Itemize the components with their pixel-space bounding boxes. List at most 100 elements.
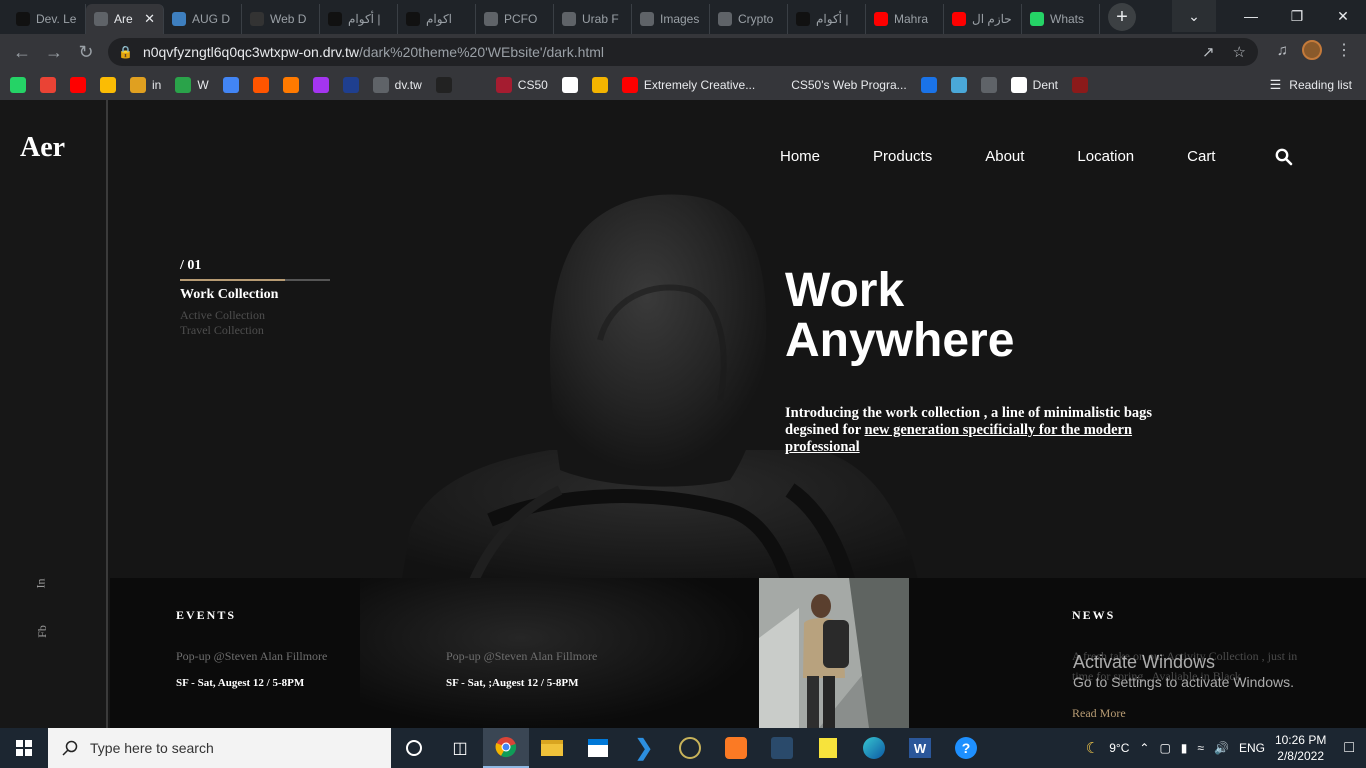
bookmark-item[interactable] (252, 77, 269, 93)
bookmark-item[interactable] (70, 77, 86, 93)
bookmark-item[interactable] (222, 77, 239, 93)
bookmark-item[interactable] (920, 77, 937, 93)
url-input[interactable]: 🔒 n0qvfyzngtl6q0qc3wtxpw-on.drv.tw /dark… (108, 38, 1258, 66)
new-tab-button[interactable]: + (1108, 3, 1136, 31)
browser-tab[interactable]: Crypto (710, 4, 788, 34)
browser-tab[interactable]: Dev. Le (8, 4, 86, 34)
chevron-up-icon[interactable]: ⌃ (1139, 741, 1149, 755)
bookmark-item[interactable] (465, 77, 482, 93)
bookmark-item[interactable]: dv.tw (372, 77, 422, 93)
bookmark-item[interactable] (980, 77, 997, 93)
browser-tab[interactable]: أكوام | (320, 4, 398, 34)
nav-location[interactable]: Location (1077, 148, 1134, 165)
browser-tab[interactable]: Mahra (866, 4, 944, 34)
browser-tab[interactable]: PCFO (476, 4, 554, 34)
browser-tab[interactable]: Whats (1022, 4, 1100, 34)
lock-icon[interactable]: 🔒 (118, 45, 133, 59)
media-control-icon[interactable]: ♫ (1277, 42, 1288, 59)
bookmark-item[interactable] (561, 77, 578, 93)
collection-item-travel[interactable]: Travel Collection (180, 323, 264, 338)
site-logo[interactable]: Aer (20, 132, 65, 164)
restore-button[interactable]: ❐ (1274, 0, 1320, 32)
tab-label: أكوام | (348, 12, 381, 26)
bookmark-item[interactable] (40, 77, 56, 93)
browser-tab[interactable]: Web D (242, 4, 320, 34)
collection-number: / 01 (180, 258, 202, 273)
weather-temp[interactable]: 9°C (1109, 741, 1129, 755)
browser-tab[interactable]: حازم ال (944, 4, 1022, 34)
chrome-taskbar-icon[interactable] (483, 728, 529, 768)
bookmark-item[interactable] (950, 77, 967, 93)
bookmark-item[interactable]: CS50 (495, 77, 548, 93)
browser-tab[interactable]: اكوام (398, 4, 476, 34)
nav-cart[interactable]: Cart (1187, 148, 1215, 165)
moon-weather-icon[interactable]: ☾ (1086, 739, 1099, 757)
social-link-fb[interactable]: Fb (35, 625, 50, 638)
collection-item-active[interactable]: Active Collection (180, 308, 265, 323)
clock[interactable]: 10:26 PM 2/8/2022 (1275, 732, 1326, 764)
browser-tab[interactable]: Are ✕ (86, 4, 164, 34)
bookmark-item[interactable]: in (130, 77, 161, 93)
battery-icon[interactable]: ▮ (1181, 741, 1188, 755)
store-icon[interactable] (575, 728, 621, 768)
event-date: SF - Sat, ;Augest 12 / 5-8PM (446, 677, 579, 689)
collection-active[interactable]: Work Collection (180, 287, 278, 303)
search-icon[interactable] (1275, 148, 1293, 166)
social-link-in[interactable]: In (34, 579, 49, 589)
nav-products[interactable]: Products (873, 148, 932, 165)
share-icon[interactable]: ↗ (1202, 43, 1215, 61)
bookmark-item[interactable] (591, 77, 608, 93)
forward-button[interactable]: → (38, 36, 70, 68)
browser-tab[interactable]: أكوام | (788, 4, 866, 34)
bookmark-item[interactable]: Extremely Creative... (621, 77, 755, 93)
meet-now-icon[interactable]: ▢ (1159, 741, 1170, 755)
bookmark-star-icon[interactable]: ☆ (1233, 43, 1246, 61)
tab-label: اكوام (426, 12, 453, 26)
address-toolbar: ← → ↻ 🔒 n0qvfyzngtl6q0qc3wtxpw-on.drv.tw… (0, 34, 1366, 70)
read-more-link[interactable]: Read More (1072, 706, 1126, 721)
edge-icon[interactable] (851, 728, 897, 768)
xampp-icon[interactable] (713, 728, 759, 768)
profile-avatar[interactable] (1302, 40, 1322, 60)
bookmark-item[interactable] (282, 77, 299, 93)
task-view-icon[interactable]: ◫ (437, 728, 483, 768)
bookmark-item[interactable] (10, 77, 26, 93)
browser-tab[interactable]: AUG D (164, 4, 242, 34)
vscode-icon[interactable]: ❯ (621, 728, 667, 768)
browser-tab[interactable]: Urab F (554, 4, 632, 34)
bookmark-item[interactable]: W (175, 77, 209, 93)
language-indicator[interactable]: ENG (1239, 741, 1265, 755)
bookmark-item[interactable] (435, 77, 452, 93)
help-icon[interactable]: ? (943, 728, 989, 768)
tab-search-chevron-icon[interactable]: ⌄ (1172, 0, 1216, 32)
sticky-notes-icon[interactable] (805, 728, 851, 768)
cortana-icon[interactable] (391, 728, 437, 768)
start-button[interactable] (0, 728, 48, 768)
app-icon[interactable] (667, 728, 713, 768)
menu-kebab-icon[interactable]: ⋮ (1336, 40, 1352, 60)
close-tab-icon[interactable]: ✕ (144, 11, 155, 27)
minimize-button[interactable]: — (1228, 0, 1274, 32)
bookmark-item[interactable] (312, 77, 329, 93)
mysql-workbench-icon[interactable] (759, 728, 805, 768)
nav-about[interactable]: About (985, 148, 1024, 165)
bookmark-item[interactable] (1072, 77, 1089, 93)
bookmark-item[interactable]: CS50's Web Progra... (769, 77, 907, 93)
flag-icon (172, 12, 186, 26)
bookmark-item[interactable]: Dent (1010, 77, 1058, 93)
file-explorer-icon[interactable] (529, 728, 575, 768)
word-icon[interactable]: W (897, 728, 943, 768)
reading-list-button[interactable]: ☰ Reading list (1270, 70, 1352, 100)
back-button[interactable]: ← (6, 36, 38, 68)
notification-icon[interactable]: □ (1344, 739, 1354, 757)
reload-button[interactable]: ↻ (70, 36, 102, 68)
browser-tab[interactable]: Images (632, 4, 710, 34)
bookmark-item[interactable] (342, 77, 359, 93)
bookmark-item[interactable] (100, 77, 116, 93)
wifi-icon[interactable]: ≈ (1197, 741, 1204, 755)
circle-icon (342, 77, 359, 93)
nav-home[interactable]: Home (780, 148, 820, 165)
taskbar-search-input[interactable]: Type here to search (48, 728, 391, 768)
volume-icon[interactable]: 🔊 (1214, 741, 1229, 755)
close-window-button[interactable]: ✕ (1320, 0, 1366, 32)
